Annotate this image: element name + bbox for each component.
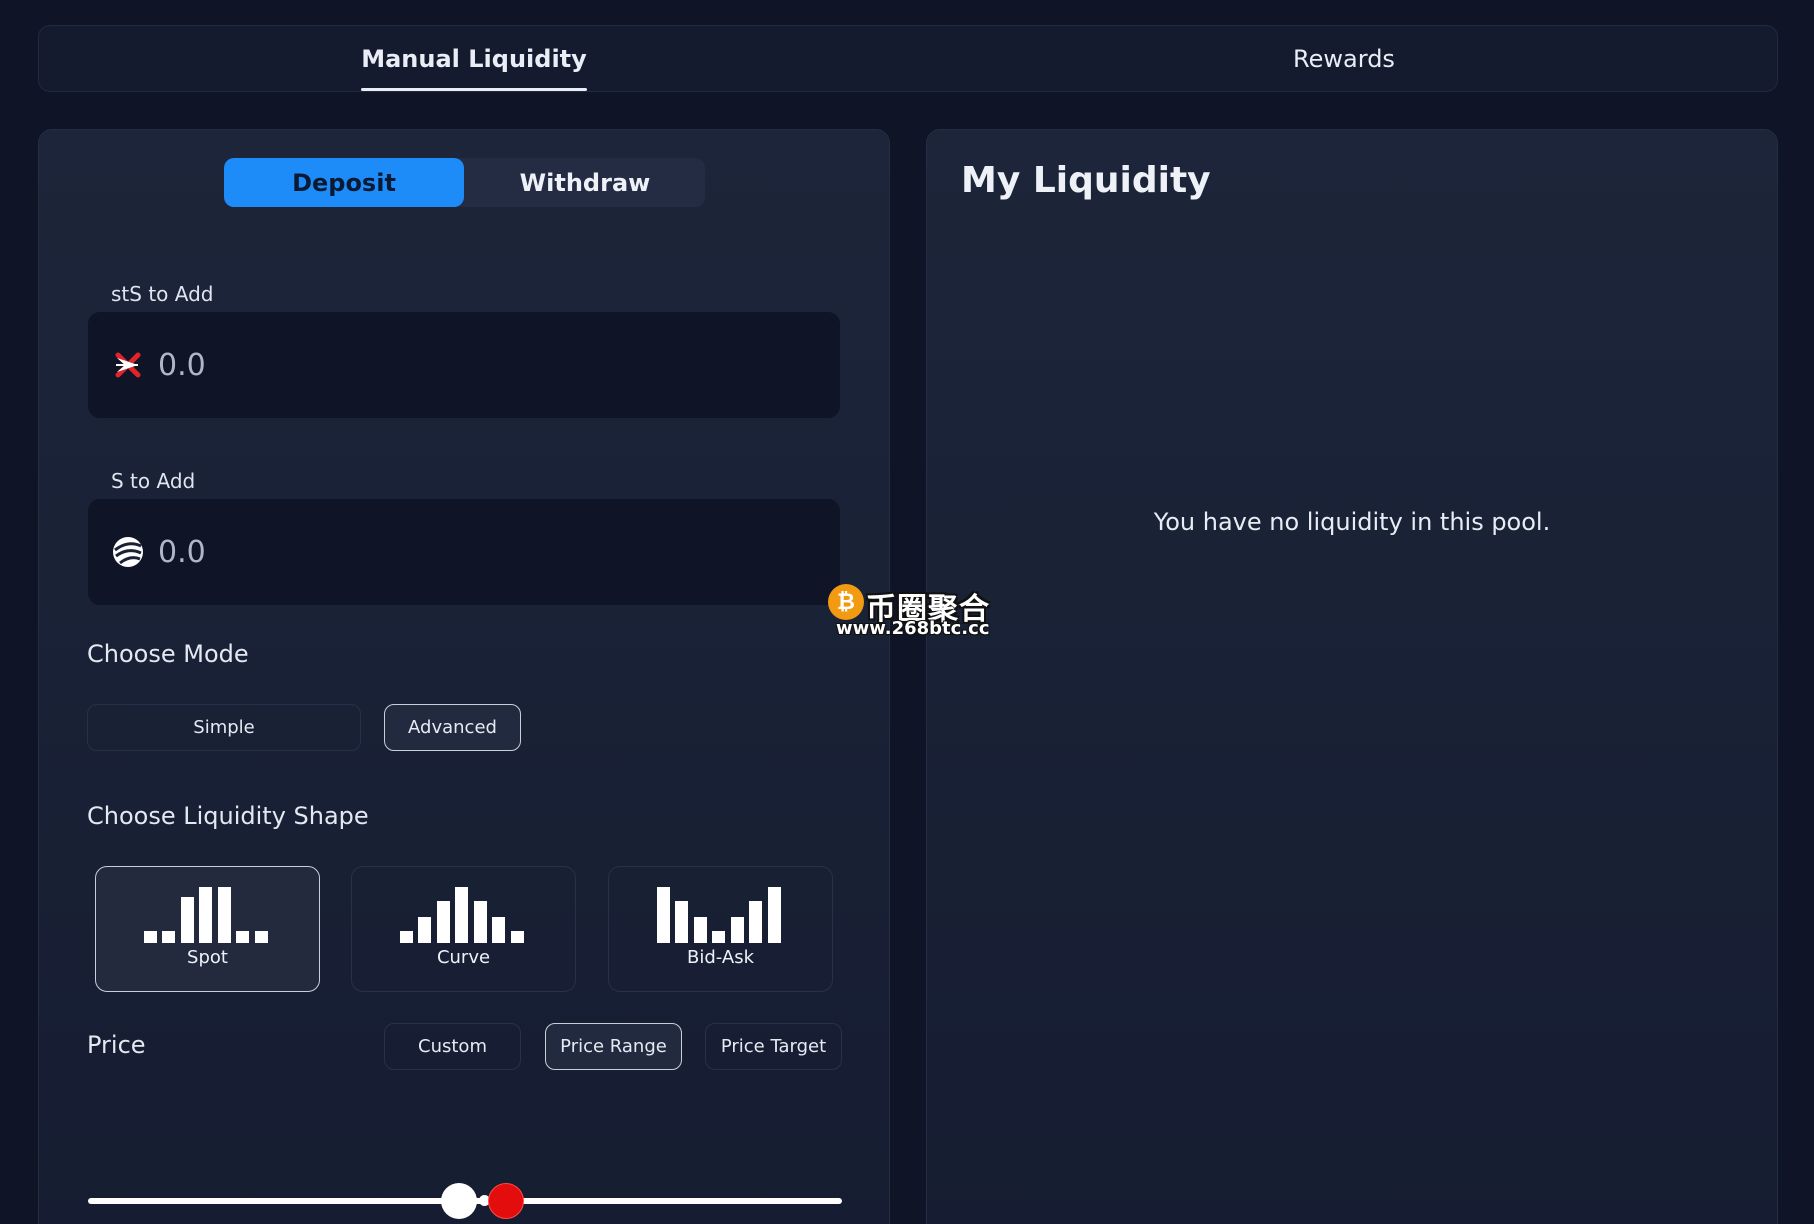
s-amount-label: S to Add	[111, 469, 196, 493]
sts-amount-label: stS to Add	[111, 282, 214, 306]
watermark-logo: ₿ 币圈聚合 www.268btc.cc	[826, 582, 991, 642]
shape-bid-ask-option[interactable]: Bid-Ask	[608, 866, 833, 992]
app-root: Manual Liquidity Rewards Deposit Withdra…	[0, 0, 1814, 1224]
my-liquidity-title: My Liquidity	[961, 160, 1211, 201]
choose-shape-title: Choose Liquidity Shape	[87, 802, 369, 830]
tab-label: Rewards	[1293, 44, 1395, 73]
bid-ask-shape-icon	[657, 887, 781, 943]
tab-label: Manual Liquidity	[361, 44, 587, 91]
watermark-url: www.268btc.cc	[836, 618, 990, 639]
tab-manual-liquidity[interactable]: Manual Liquidity	[39, 26, 909, 93]
bitcoin-coin-icon: ₿	[828, 584, 864, 620]
mode-advanced-button[interactable]: Advanced	[384, 704, 521, 751]
shape-curve-option[interactable]: Curve	[351, 866, 576, 992]
mode-simple-button[interactable]: Simple	[87, 704, 361, 751]
price-range-slider[interactable]	[88, 1181, 842, 1221]
s-token-icon	[113, 537, 143, 567]
price-title: Price	[87, 1031, 146, 1059]
price-range-button[interactable]: Price Range	[545, 1023, 682, 1070]
sts-token-icon	[115, 352, 141, 378]
shape-label: Bid-Ask	[687, 947, 754, 968]
sts-amount-field	[88, 312, 840, 418]
sts-amount-input[interactable]	[158, 340, 798, 390]
shape-label: Spot	[187, 947, 228, 968]
my-liquidity-panel: My Liquidity You have no liquidity in th…	[926, 129, 1778, 1224]
deposit-withdraw-toggle: Deposit Withdraw	[224, 158, 705, 207]
slider-lower-handle[interactable]	[441, 1183, 477, 1219]
liquidity-form-panel: Deposit Withdraw stS to Add S to Add	[38, 129, 890, 1224]
shape-label: Curve	[436, 947, 491, 968]
s-amount-field	[88, 499, 840, 605]
s-amount-input[interactable]	[158, 527, 798, 577]
deposit-button[interactable]: Deposit	[224, 158, 464, 207]
price-target-button[interactable]: Price Target	[705, 1023, 842, 1070]
top-tab-bar: Manual Liquidity Rewards	[38, 25, 1778, 92]
price-custom-button[interactable]: Custom	[384, 1023, 521, 1070]
withdraw-button[interactable]: Withdraw	[465, 158, 705, 207]
curve-shape-icon	[400, 887, 524, 943]
shape-spot-option[interactable]: Spot	[95, 866, 320, 992]
empty-liquidity-message: You have no liquidity in this pool.	[1153, 508, 1551, 536]
slider-upper-handle[interactable]	[488, 1183, 524, 1219]
choose-mode-title: Choose Mode	[87, 640, 249, 668]
tab-rewards[interactable]: Rewards	[909, 26, 1779, 93]
spot-shape-icon	[144, 887, 268, 943]
